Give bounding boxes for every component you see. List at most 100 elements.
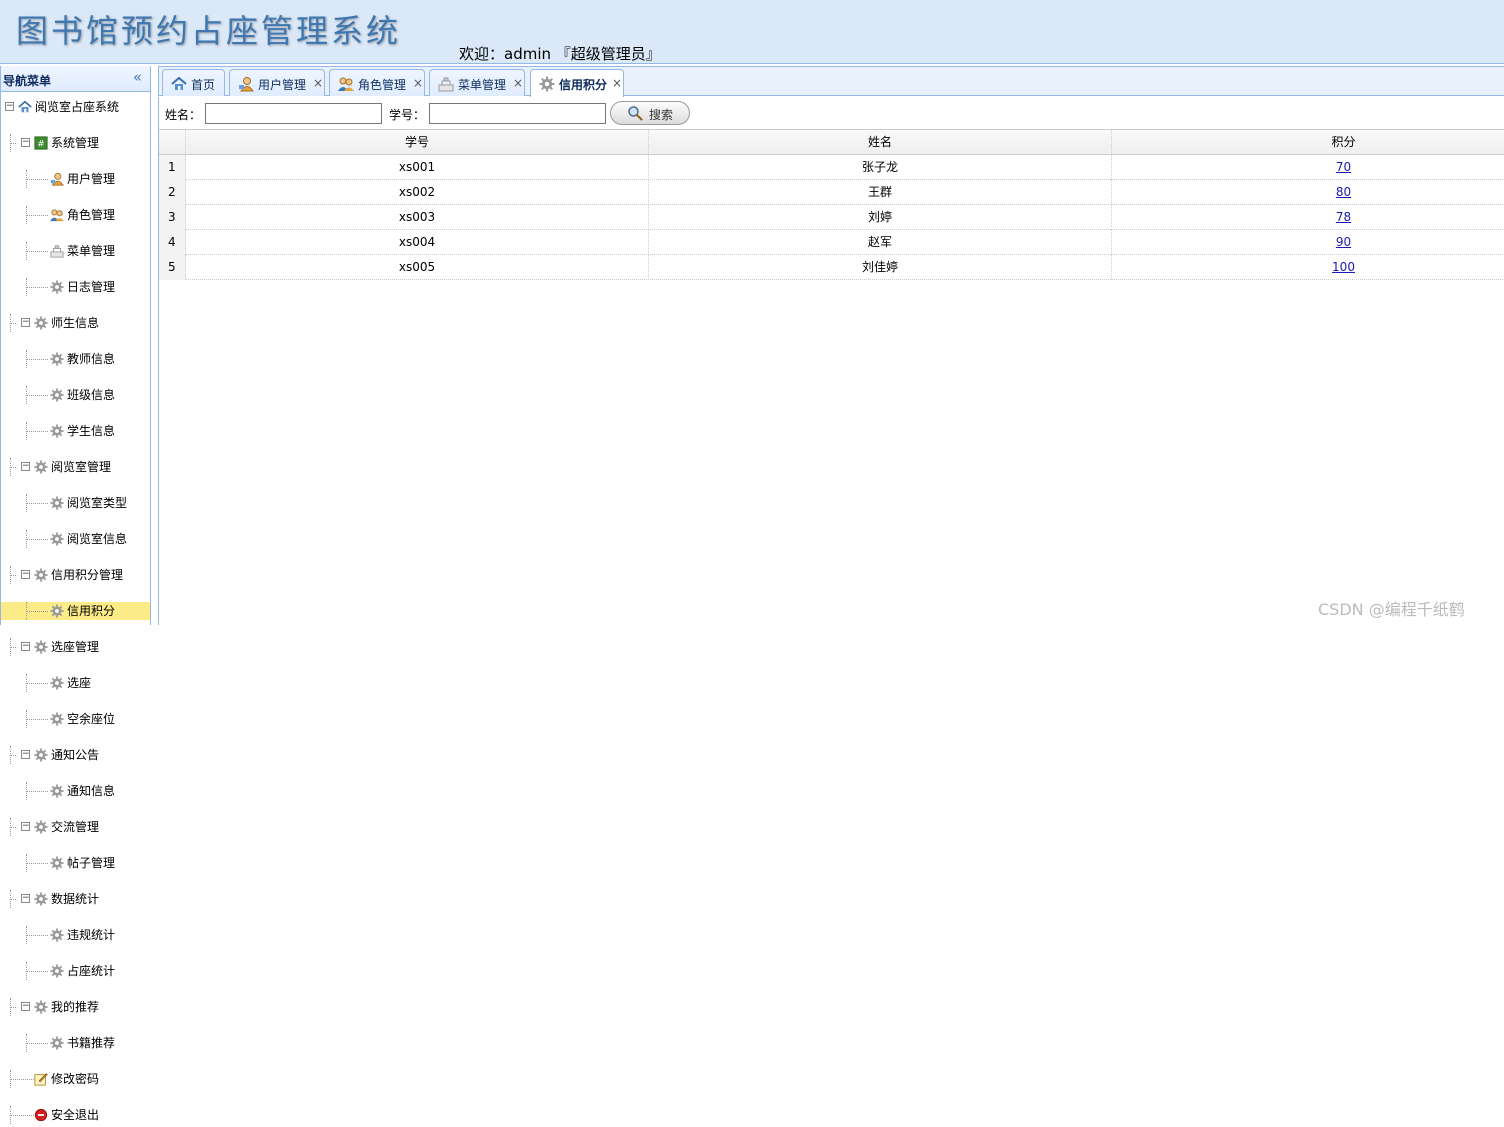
gear-icon xyxy=(34,1000,48,1014)
tree-connector xyxy=(26,782,27,800)
nav-tree-item[interactable]: 书籍推荐 xyxy=(1,1034,150,1052)
nav-tree-item[interactable]: − # 系统管理 xyxy=(1,134,150,152)
close-icon[interactable]: × xyxy=(313,76,323,90)
close-icon[interactable]: × xyxy=(413,76,423,90)
gear-icon xyxy=(50,280,64,294)
nav-tree-item[interactable]: − 阅览室占座系统 xyxy=(1,98,150,116)
cell-student-id: xs003 xyxy=(186,205,649,230)
nav-tree-item-label: 书籍推荐 xyxy=(67,1036,116,1050)
cell-score: 100 xyxy=(1112,255,1504,280)
home-icon xyxy=(171,76,187,92)
student-id-input[interactable] xyxy=(429,103,606,124)
close-icon[interactable]: × xyxy=(513,76,523,90)
nav-tree-item[interactable]: − 师生信息 xyxy=(1,314,150,332)
svg-text:#: # xyxy=(37,140,44,150)
tree-collapse-toggle[interactable]: − xyxy=(21,894,30,903)
tree-collapse-toggle[interactable]: − xyxy=(21,750,30,759)
tree-connector xyxy=(10,1079,34,1080)
nav-tree-item[interactable]: 违规统计 xyxy=(1,926,150,944)
nav-tree-item-label: 安全退出 xyxy=(51,1108,100,1122)
tree-connector xyxy=(26,683,48,684)
search-button[interactable]: 搜索 xyxy=(610,101,690,125)
nav-tree: − 阅览室占座系统 − # 系统管理 用户管理角色管理菜单管理日志管理 − 师生信息教师信息班… xyxy=(1,98,150,1124)
gear-icon xyxy=(50,784,64,798)
nav-tree-item-label: 日志管理 xyxy=(67,280,116,294)
nav-tree-item[interactable]: − 信用积分管理 xyxy=(1,566,150,584)
nav-tree-item[interactable]: 占座统计 xyxy=(1,962,150,980)
nav-tree-item[interactable]: 修改密码 xyxy=(1,1070,150,1088)
table-row[interactable]: 4 xs004 赵军 90 xyxy=(159,230,1504,255)
nav-tree-item[interactable]: 阅览室类型 xyxy=(1,494,150,512)
nav-tree-item[interactable]: − 我的推荐 xyxy=(1,998,150,1016)
tree-collapse-toggle[interactable]: − xyxy=(21,822,30,831)
nav-tree-item[interactable]: 班级信息 xyxy=(1,386,150,404)
table-row[interactable]: 3 xs003 刘婷 78 xyxy=(159,205,1504,230)
tab-3[interactable]: 菜单管理 × xyxy=(429,69,525,96)
gear-icon xyxy=(50,964,64,978)
nav-tree-item[interactable]: 学生信息 xyxy=(1,422,150,440)
nav-tree-item[interactable]: 教师信息 xyxy=(1,350,150,368)
tree-collapse-toggle[interactable]: − xyxy=(21,318,30,327)
score-link[interactable]: 80 xyxy=(1336,185,1351,199)
tab-0[interactable]: 首页 xyxy=(162,69,225,96)
tree-connector xyxy=(10,458,11,476)
tree-connector xyxy=(26,179,48,180)
nav-tree-item[interactable]: 角色管理 xyxy=(1,206,150,224)
nav-sidebar: 导航菜单 « − 阅览室占座系统 − # 系统管理 用户管理 角色管理 菜单管理 日志管理 − 师生… xyxy=(0,66,151,1124)
nav-tree-item[interactable]: 安全退出 xyxy=(1,1106,150,1124)
tree-collapse-toggle[interactable]: − xyxy=(5,102,14,111)
table-row[interactable]: 5 xs005 刘佳婷 100 xyxy=(159,255,1504,280)
column-header-student-id[interactable]: 学号 xyxy=(186,130,649,155)
tree-connector xyxy=(26,215,48,216)
nav-tree-item[interactable]: 帖子管理 xyxy=(1,854,150,872)
user-icon xyxy=(238,76,254,92)
nav-tree-item[interactable]: − 选座管理 xyxy=(1,638,150,656)
tree-collapse-toggle[interactable]: − xyxy=(21,642,30,651)
cell-student-id: xs001 xyxy=(186,155,649,180)
nav-tree-item[interactable]: 用户管理 xyxy=(1,170,150,188)
tree-collapse-toggle[interactable]: − xyxy=(21,1002,30,1011)
tree-collapse-toggle[interactable]: − xyxy=(21,138,30,147)
cell-student-id: xs005 xyxy=(186,255,649,280)
nav-tree-item[interactable]: 阅览室信息 xyxy=(1,530,150,548)
tree-collapse-toggle[interactable]: − xyxy=(21,462,30,471)
name-label: 姓名： xyxy=(165,108,202,122)
row-number: 4 xyxy=(159,230,186,255)
tab-1[interactable]: 用户管理 × xyxy=(229,69,325,96)
nav-tree-item[interactable]: − 数据统计 xyxy=(1,890,150,908)
score-link[interactable]: 90 xyxy=(1336,235,1351,249)
tab-4[interactable]: 信用积分 × xyxy=(530,69,624,97)
nav-tree-item[interactable]: 空余座位 xyxy=(1,710,150,728)
score-link[interactable]: 100 xyxy=(1332,260,1355,274)
tab-2[interactable]: 角色管理 × xyxy=(329,69,425,96)
column-header-name[interactable]: 姓名 xyxy=(649,130,1112,155)
table-row[interactable]: 1 xs001 张子龙 70 xyxy=(159,155,1504,180)
table-row[interactable]: 2 xs002 王群 80 xyxy=(159,180,1504,205)
nav-tree-item[interactable]: 信用积分 xyxy=(1,602,150,620)
nav-tree-item[interactable]: − 通知公告 xyxy=(1,746,150,764)
nav-tree-item-label: 帖子管理 xyxy=(67,856,116,870)
cell-score: 78 xyxy=(1112,205,1504,230)
score-link[interactable]: 70 xyxy=(1336,160,1351,174)
column-header-score[interactable]: 积分 xyxy=(1112,130,1504,155)
nav-tree-item[interactable]: 选座 xyxy=(1,674,150,692)
nav-tree-item[interactable]: − 阅览室管理 xyxy=(1,458,150,476)
score-link[interactable]: 78 xyxy=(1336,210,1351,224)
name-input[interactable] xyxy=(205,103,382,124)
nav-tree-item-label: 阅览室占座系统 xyxy=(35,100,120,114)
menu-icon xyxy=(438,76,454,92)
nav-tree-item[interactable]: 日志管理 xyxy=(1,278,150,296)
close-icon[interactable]: × xyxy=(612,76,622,90)
tree-collapse-toggle[interactable]: − xyxy=(21,570,30,579)
tree-connector xyxy=(26,710,27,728)
nav-tree-item-label: 我的推荐 xyxy=(51,1000,100,1014)
nav-tree-item[interactable]: − 交流管理 xyxy=(1,818,150,836)
nav-tree-item[interactable]: 菜单管理 xyxy=(1,242,150,260)
nav-tree-item-label: 信用积分管理 xyxy=(51,568,124,582)
nav-tree-item-label: 学生信息 xyxy=(67,424,116,438)
tree-connector xyxy=(26,611,48,612)
collapse-sidebar-button[interactable]: « xyxy=(133,68,142,86)
row-number: 5 xyxy=(159,255,186,280)
nav-tree-item-label: 数据统计 xyxy=(51,892,100,906)
nav-tree-item[interactable]: 通知信息 xyxy=(1,782,150,800)
